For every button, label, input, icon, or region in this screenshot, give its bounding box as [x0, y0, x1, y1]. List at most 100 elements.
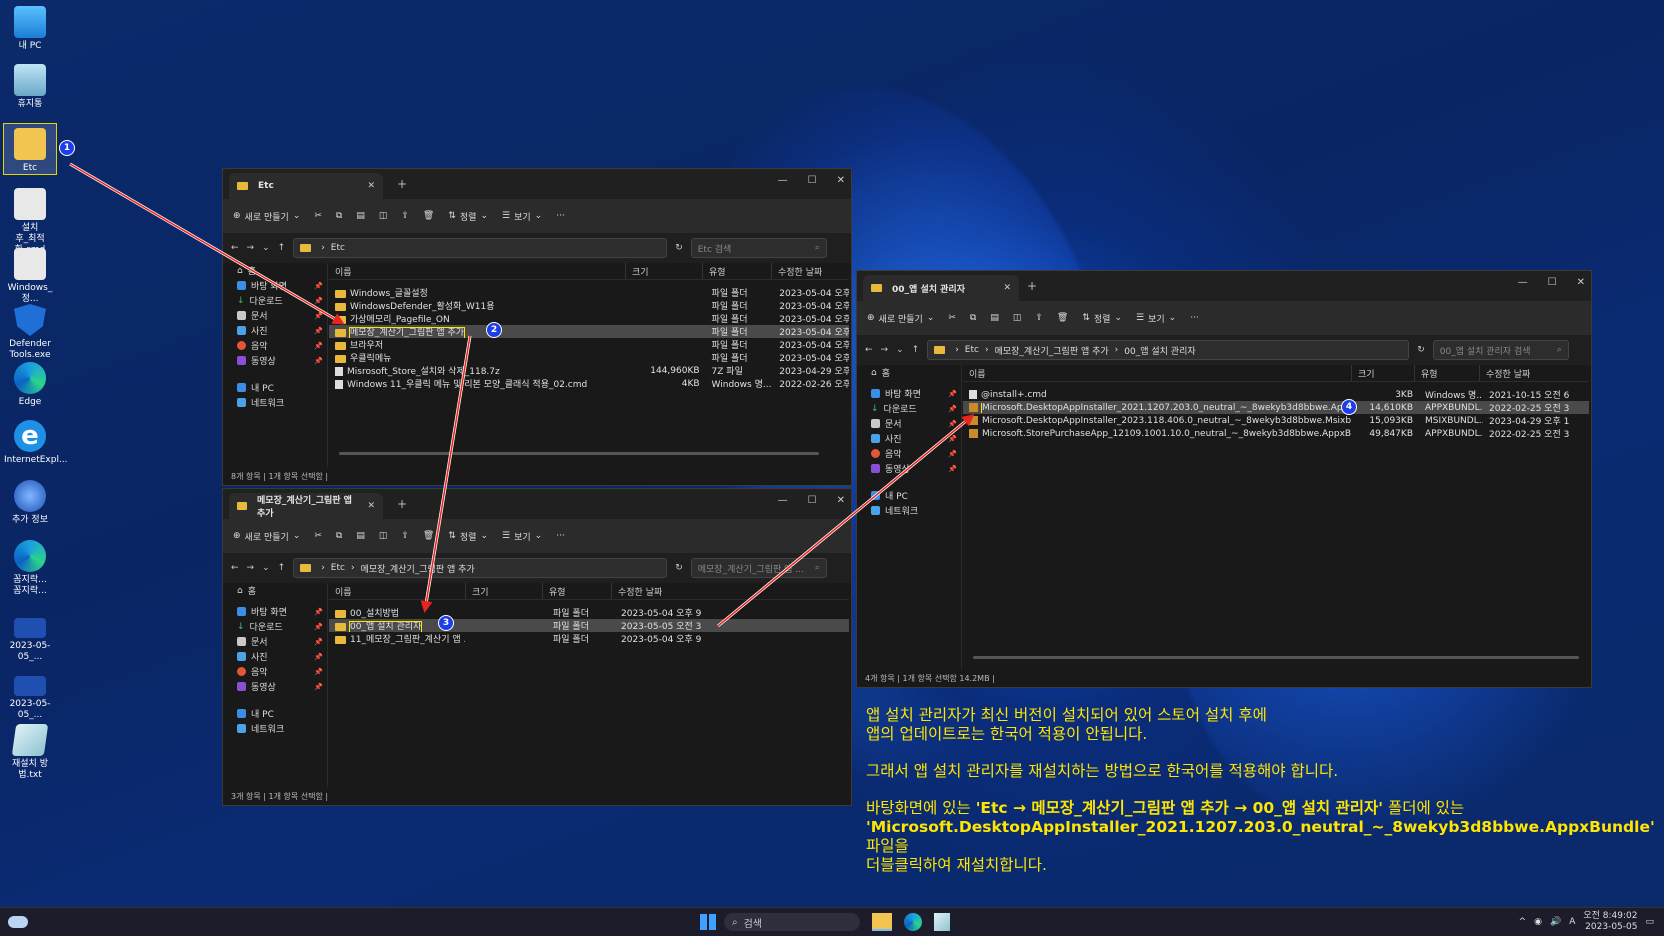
share-icon[interactable]: ⇪ — [401, 211, 409, 221]
nav-videos[interactable]: 동영상 📌 — [223, 679, 327, 694]
close-icon[interactable]: ✕ — [1577, 277, 1585, 288]
cut-icon[interactable]: ✂ — [314, 211, 322, 221]
column-size[interactable]: 크기 — [1351, 365, 1414, 381]
forward-icon[interactable]: → — [247, 243, 255, 253]
column-size[interactable]: 크기 — [625, 263, 702, 279]
desktop-icon-reinstall-txt[interactable]: 재설치 방법.txt — [4, 724, 56, 781]
forward-icon[interactable]: → — [247, 563, 255, 573]
cut-icon[interactable]: ✂ — [314, 531, 322, 541]
search-input[interactable]: Etc 검색 ⌕ — [690, 238, 827, 258]
nav-downloads[interactable]: ↓ 다운로드 📌 — [857, 401, 961, 416]
share-icon[interactable]: ⇪ — [401, 531, 409, 541]
recent-icon[interactable]: ⌄ — [896, 345, 904, 355]
recent-icon[interactable]: ⌄ — [262, 243, 270, 253]
table-row[interactable]: Misrosoft_Store_설치와 삭제_118.7z 144,960KB 7Z… — [329, 364, 849, 377]
close-icon[interactable]: ✕ — [837, 495, 845, 506]
nav-network[interactable]: 네트워크 — [223, 395, 327, 410]
nav-videos[interactable]: 동영상 📌 — [857, 461, 961, 476]
address-bar[interactable]: › Etc › 메모장_계산기_그림판 앱 추가 — [293, 558, 668, 578]
column-type[interactable]: 유형 — [542, 583, 611, 599]
delete-icon[interactable]: 🗑 — [423, 531, 434, 541]
nav-documents[interactable]: 문서 📌 — [223, 634, 327, 649]
horizontal-scrollbar[interactable] — [339, 452, 819, 455]
nav-home[interactable]: ⌂ 홈 — [223, 263, 327, 278]
nav-music[interactable]: 음악 📌 — [223, 664, 327, 679]
column-name[interactable]: 이름 — [329, 263, 625, 279]
nav-this-pc[interactable]: 내 PC — [857, 488, 961, 503]
paste-icon[interactable]: ▤ — [356, 211, 365, 221]
table-row[interactable]: Microsoft.DesktopAppInstaller_2021.1207.… — [963, 401, 1589, 414]
new-button[interactable]: ⊕ 새로 만들기 ⌄ — [867, 312, 934, 325]
minimize-icon[interactable]: — — [1518, 277, 1528, 288]
minimize-icon[interactable]: — — [778, 175, 788, 186]
up-icon[interactable]: ↑ — [278, 563, 286, 573]
desktop-icon-screenshot-2[interactable]: 2023-05-05_... — [4, 668, 56, 721]
taskbar-search[interactable]: ⌕ 검색 — [724, 913, 860, 931]
tab-apps[interactable]: 메모장_계산기_그림판 앱 추가 ✕ — [229, 493, 383, 519]
table-row[interactable]: Windows_글꼴설정 파일 폴더 2023-05-04 오후 — [329, 286, 849, 299]
table-row[interactable]: Windows 11_우클릭 메뉴 및 리본 모양_클래식 적용_02.cmd 4… — [329, 377, 849, 390]
table-row[interactable]: 우클릭메뉴 파일 폴더 2023-05-04 오후 — [329, 351, 849, 364]
paste-icon[interactable]: ▤ — [990, 313, 999, 323]
up-icon[interactable]: ↑ — [278, 243, 286, 253]
weather-icon[interactable] — [8, 916, 28, 928]
minimize-icon[interactable]: — — [778, 495, 788, 506]
delete-icon[interactable]: 🗑 — [423, 211, 434, 221]
file-explorer-icon[interactable] — [872, 913, 892, 931]
nav-music[interactable]: 음악 📌 — [223, 338, 327, 353]
desktop-icon-screenshot-1[interactable]: 2023-05-05_... — [4, 610, 56, 663]
desktop-icon-optimize-cmd[interactable]: 설치 후_최적화.cmd — [4, 188, 56, 256]
sort-button[interactable]: ⇅ 정렬 ⌄ — [448, 530, 488, 543]
nav-this-pc[interactable]: 내 PC — [223, 706, 327, 721]
rename-icon[interactable]: ◫ — [379, 531, 388, 541]
start-icon[interactable] — [700, 914, 716, 930]
table-row[interactable]: 00_설치방법 파일 폴더 2023-05-04 오후 9... — [329, 606, 849, 619]
maximize-icon[interactable]: ☐ — [808, 175, 817, 186]
desktop-icon-windows-settings[interactable]: Windows_정... — [4, 248, 56, 305]
new-tab-icon[interactable]: + — [397, 177, 407, 191]
paste-icon[interactable]: ▤ — [356, 531, 365, 541]
nav-pictures[interactable]: 사진 📌 — [857, 431, 961, 446]
view-button[interactable]: ☰ 보기 ⌄ — [502, 530, 542, 543]
table-row[interactable]: @install+.cmd 3KB Windows 명... 2021-10-15 오… — [963, 388, 1589, 401]
ime-indicator[interactable]: A — [1569, 917, 1575, 927]
column-type[interactable]: 유형 — [702, 263, 771, 279]
close-tab-icon[interactable]: ✕ — [367, 181, 375, 191]
network-icon[interactable]: ◉ — [1534, 917, 1542, 927]
column-type[interactable]: 유형 — [1414, 365, 1479, 381]
rename-icon[interactable]: ◫ — [379, 211, 388, 221]
sort-button[interactable]: ⇅ 정렬 ⌄ — [1082, 312, 1122, 325]
table-row[interactable]: Microsoft.StorePurchaseApp_12109.1001.10… — [963, 427, 1589, 440]
nav-home[interactable]: ⌂ 홈 — [223, 583, 327, 598]
nav-videos[interactable]: 동영상 📌 — [223, 353, 327, 368]
nav-network[interactable]: 네트워크 — [223, 721, 327, 736]
column-name[interactable]: 이름 — [963, 365, 1351, 381]
table-row[interactable]: 11_메모장_그림판_계산기 앱 ... 파일 폴더 2023-05-04 오후 9… — [329, 632, 849, 645]
nav-home[interactable]: ⌂ 홈 — [857, 365, 961, 380]
desktop-icon-additional-info[interactable]: 추가 정보 — [4, 480, 56, 526]
edge-icon[interactable] — [904, 913, 922, 931]
chevron-up-icon[interactable]: ^ — [1519, 917, 1527, 927]
tab-installer[interactable]: 00_앱 설치 관리자 ✕ — [863, 275, 1019, 301]
copy-icon[interactable]: ⧉ — [336, 531, 342, 541]
address-bar[interactable]: › Etc › 메모장_계산기_그림판 앱 추가 › 00_앱 설치 관리자 — [927, 340, 1410, 360]
new-button[interactable]: ⊕ 새로 만들기 ⌄ — [233, 530, 300, 543]
up-icon[interactable]: ↑ — [912, 345, 920, 355]
more-button[interactable]: ··· — [556, 211, 565, 221]
table-row[interactable]: Microsoft.DesktopAppInstaller_2023.118.4… — [963, 414, 1589, 427]
table-row[interactable]: 브라우저 파일 폴더 2023-05-04 오후 — [329, 338, 849, 351]
delete-icon[interactable]: 🗑 — [1057, 313, 1068, 323]
desktop-icon-internet-explorer[interactable]: e InternetExpl... — [4, 420, 68, 466]
new-button[interactable]: ⊕ 새로 만들기 ⌄ — [233, 210, 300, 223]
nav-documents[interactable]: 문서 📌 — [857, 416, 961, 431]
desktop-icon-etc[interactable]: Etc — [3, 123, 57, 175]
table-row[interactable]: 00_앱 설치 관리자 파일 폴더 2023-05-05 오전 3... — [329, 619, 849, 632]
notepad-icon[interactable] — [934, 913, 950, 931]
nav-this-pc[interactable]: 내 PC — [223, 380, 327, 395]
column-date[interactable]: 수정한 날짜 — [1479, 365, 1566, 381]
close-icon[interactable]: ✕ — [837, 175, 845, 186]
nav-network[interactable]: 네트워크 — [857, 503, 961, 518]
column-name[interactable]: 이름 — [329, 583, 465, 599]
nav-pictures[interactable]: 사진 📌 — [223, 323, 327, 338]
nav-desktop[interactable]: 바탕 화면 📌 — [223, 278, 327, 293]
